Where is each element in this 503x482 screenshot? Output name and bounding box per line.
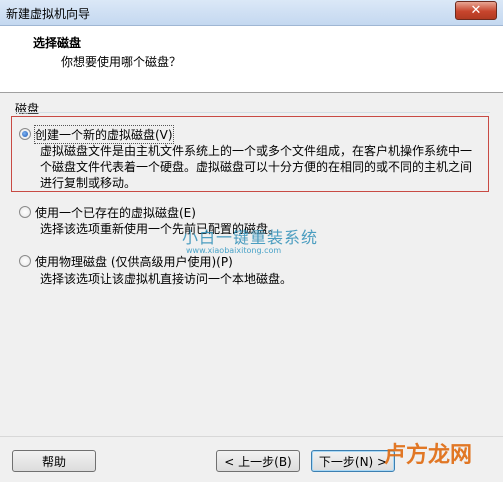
close-icon: ✕ bbox=[470, 3, 482, 18]
help-button[interactable]: 帮助 bbox=[12, 450, 96, 472]
wizard-header: 选择磁盘 你想要使用哪个磁盘？ bbox=[0, 26, 503, 93]
next-button[interactable]: 下一步(N) > bbox=[311, 450, 395, 472]
radio-existing-disk[interactable] bbox=[19, 206, 31, 218]
option-physical-disk-desc: 选择该选项让该虚拟机直接访问一个本地磁盘。 bbox=[40, 271, 292, 287]
page-title: 选择磁盘 bbox=[33, 36, 82, 50]
radio-physical-disk[interactable] bbox=[19, 255, 31, 267]
option-physical-disk-label[interactable]: 使用物理磁盘 (仅供高级用户使用)(P) bbox=[35, 253, 233, 270]
desc-line: 个磁盘文件代表着一个硬盘。虚拟磁盘可以十分方便的在相同的或不同的主机之间 bbox=[40, 160, 473, 174]
desc-line: 虚拟磁盘文件是由主机文件系统上的一个或多个文件组成，在客户机操作系统中一 bbox=[40, 144, 473, 158]
desc-line: 进行复制或移动。 bbox=[40, 176, 137, 190]
disk-group-label: 磁盘 bbox=[15, 102, 40, 116]
window-title: 新建虚拟机向导 bbox=[6, 7, 91, 21]
back-button[interactable]: < 上一步(B) bbox=[216, 450, 300, 472]
corner-watermark: 卢方龙网 bbox=[384, 443, 473, 468]
close-button[interactable]: ✕ bbox=[455, 1, 497, 20]
option-existing-disk-label[interactable]: 使用一个已存在的虚拟磁盘(E) bbox=[35, 204, 196, 221]
radio-create-new-disk[interactable] bbox=[19, 128, 31, 140]
group-divider bbox=[15, 112, 490, 113]
option-create-new-disk-label[interactable]: 创建一个新的虚拟磁盘(V) bbox=[34, 125, 174, 144]
desc-line: 选择该选项让该虚拟机直接访问一个本地磁盘。 bbox=[40, 272, 293, 286]
page-subtitle: 你想要使用哪个磁盘？ bbox=[61, 55, 182, 69]
title-bar: 新建虚拟机向导 ✕ bbox=[0, 0, 503, 26]
option-create-new-disk-desc: 虚拟磁盘文件是由主机文件系统上的一个或多个文件组成，在客户机操作系统中一 个磁盘… bbox=[40, 143, 472, 191]
watermark-text: 小白一键重装系统 bbox=[182, 228, 319, 247]
watermark-url: www.xiaobaixitong.com bbox=[186, 246, 282, 255]
